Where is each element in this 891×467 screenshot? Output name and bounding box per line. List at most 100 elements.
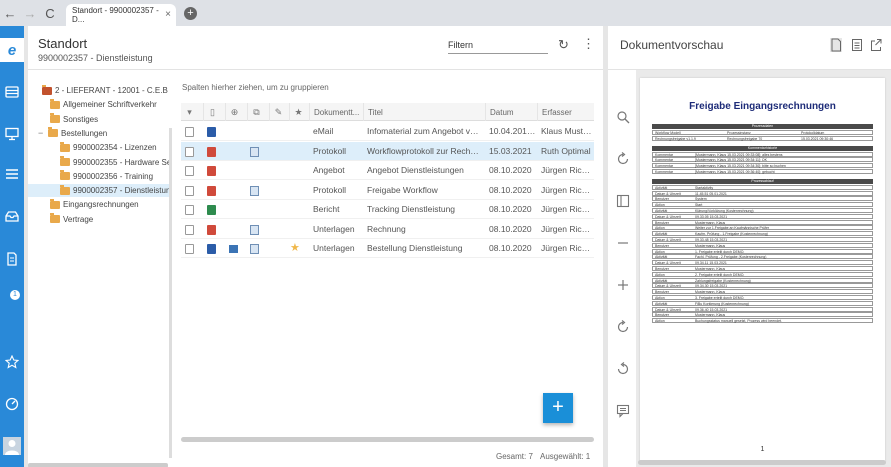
document-cell: Fachl. Prüfung - 2.Freigabe (Kostenrechn… (695, 255, 767, 260)
document-icon (185, 205, 194, 215)
new-tab-button[interactable]: + (184, 6, 197, 20)
search-icon[interactable] (616, 110, 630, 124)
task-icon[interactable] (4, 251, 20, 267)
document-cell: Benutzer (655, 313, 670, 318)
cell-date: 08.10.2020 (489, 184, 532, 195)
document-title: Freigabe Eingangsrechnungen (689, 101, 836, 112)
tree-item[interactable]: Allgemeiner Schriftverkehr (28, 98, 169, 111)
group-by-hint[interactable]: Spalten hierher ziehen, um zu gruppieren (182, 83, 329, 92)
favorite-column-icon: ★ (294, 106, 303, 117)
browser-tab[interactable]: Standort - 9900002357 - D... × (66, 4, 176, 26)
column-header-type[interactable]: Dokumentt... (309, 103, 363, 121)
tree-item[interactable]: 9900002357 - Dienstleistung (28, 184, 169, 198)
cell-type: Bericht (313, 204, 340, 214)
back-button[interactable]: ← (0, 6, 20, 21)
pdf-file-icon (207, 224, 216, 235)
linked-document-icon (250, 185, 259, 196)
document-cell: Aktion (655, 226, 665, 231)
archive-icon[interactable] (4, 84, 20, 100)
monitor-icon[interactable] (4, 126, 20, 142)
close-tab-icon[interactable]: × (165, 9, 171, 20)
refresh-icon[interactable]: ↻ (558, 38, 572, 52)
document-cell: Aktivität (655, 301, 668, 306)
cell-type: Unterlagen (313, 243, 355, 253)
cell-date: 08.10.2020 (489, 165, 532, 175)
rotate-icon[interactable] (616, 152, 630, 166)
document-cell: Protokolldatum (801, 131, 825, 135)
grid-horizontal-scrollbar[interactable] (181, 437, 594, 442)
column-header-author[interactable]: Erfasser (537, 103, 594, 121)
document-view-icon[interactable] (830, 38, 842, 52)
folder-tree: 2 - LIEFERANT - 12001 - C.E.B Berli Allge… (28, 76, 172, 467)
dashboard-icon[interactable] (4, 396, 20, 412)
document-cell: Benutzer (655, 220, 670, 225)
folder-icon (50, 113, 60, 124)
properties-view-icon[interactable] (851, 38, 863, 52)
document-icon (185, 127, 194, 137)
column-header[interactable]: ⊕ (225, 103, 247, 121)
zoom-in-icon[interactable] (616, 278, 630, 292)
column-header-title[interactable]: Titel (363, 103, 485, 121)
file-column-icon: ▯ (210, 106, 215, 117)
table-row[interactable]: Unterlagen Rechnung 08.10.2020 Jürgen Richt… (181, 220, 594, 239)
sort-column-icon: ▾ (187, 106, 192, 117)
document-cell: Datum & Uhrzeit (655, 307, 681, 312)
cell-title: Rechnung (367, 223, 406, 234)
column-header[interactable]: ✎ (269, 103, 291, 121)
document-viewer[interactable]: Freigabe Eingangsrechnungen 1 Prozessdat… (636, 70, 891, 467)
tree-item[interactable]: Vertrage (28, 213, 169, 226)
document-cell: 09.33.48 15.03.2021 (695, 238, 728, 242)
cell-author: Jürgen Richter (541, 184, 594, 195)
table-row[interactable]: Angebot Angebot Dienstleistungen 08.10.202… (181, 161, 594, 180)
comment-icon[interactable] (616, 404, 630, 418)
more-options-icon[interactable]: ⋮ (582, 37, 595, 53)
document-cell: Startaktivity (695, 185, 714, 190)
inbox-icon[interactable] (4, 208, 20, 224)
cell-title: Workflowprotokoll zur Rechnun... (367, 145, 483, 156)
tree-item[interactable]: 9900002356 - Training (28, 170, 169, 183)
zoom-out-icon[interactable] (616, 236, 630, 250)
edit-column-icon: ✎ (274, 106, 283, 117)
tree-item[interactable]: Eingangsrechnungen (28, 198, 169, 211)
star-icon[interactable] (4, 354, 20, 370)
reload-button[interactable]: C (40, 6, 60, 21)
tree-horizontal-scrollbar[interactable] (28, 463, 168, 467)
table-row[interactable]: eMail Infomaterial zum Angebot von ... 10.… (181, 122, 594, 141)
table-row[interactable]: Protokoll Freigabe Workflow 08.10.2020 Jürg… (181, 181, 594, 200)
add-document-button[interactable]: + (543, 393, 573, 423)
document-row: Aktion Weiter zur 1.Freigabe an Kaufmänni… (652, 225, 873, 231)
user-avatar[interactable] (3, 437, 21, 455)
cell-author: Jürgen Richter (541, 243, 594, 253)
table-row[interactable]: ★ Unterlagen Bestellung Dienstleistung 08.1… (181, 239, 594, 258)
table-row[interactable]: Protokoll Workflowprotokoll zur Rechnun..… (181, 141, 594, 161)
column-header-date[interactable]: Datum (485, 103, 537, 121)
document-row: Rechnungsfreigabe v1.1.9 Rechnungsfreigab… (652, 135, 873, 141)
tree-item[interactable]: Sonstiges (28, 113, 169, 126)
column-header[interactable]: ▯ (203, 103, 225, 121)
collapse-toggle-icon[interactable]: − (38, 128, 46, 138)
column-header[interactable]: ★ (289, 103, 309, 121)
cell-type: Protokoll (313, 145, 347, 156)
document-cell: 2. Freigabe erteilt durch DEMO. (695, 272, 745, 277)
open-external-icon[interactable] (870, 38, 882, 52)
app-logo[interactable]: e (0, 38, 24, 62)
cell-title: Angebot Dienstleistungen (367, 165, 464, 175)
tree-item[interactable]: 9900002354 - Lizenzen (28, 141, 169, 154)
document-cell: Benutzer (655, 197, 670, 202)
tree-item[interactable]: 9900002355 - Hardware Serv (28, 156, 169, 169)
excel-file-icon (207, 205, 216, 215)
forward-button[interactable]: → (20, 6, 40, 21)
workflow-icon (229, 245, 238, 253)
sidebar-toggle-icon[interactable] (616, 194, 630, 208)
tree-item[interactable]: 2 - LIEFERANT - 12001 - C.E.B Berli (28, 84, 169, 97)
table-row[interactable]: Bericht Tracking Dienstleistung 08.10.2020… (181, 200, 594, 219)
document-cell: Weiter zur 1.Freigabe an Kaufmännische P… (695, 226, 770, 231)
column-header[interactable]: ⧉ (247, 103, 269, 121)
list-icon[interactable] (4, 166, 20, 182)
rotate-left-icon[interactable] (616, 362, 630, 376)
filter-input[interactable]: Filtern (448, 38, 548, 54)
rotate-right-icon[interactable] (616, 320, 630, 334)
column-header[interactable]: ▾ (181, 103, 203, 121)
preview-horizontal-scrollbar[interactable] (638, 460, 886, 465)
tree-item[interactable]: − Bestellungen (28, 127, 169, 140)
